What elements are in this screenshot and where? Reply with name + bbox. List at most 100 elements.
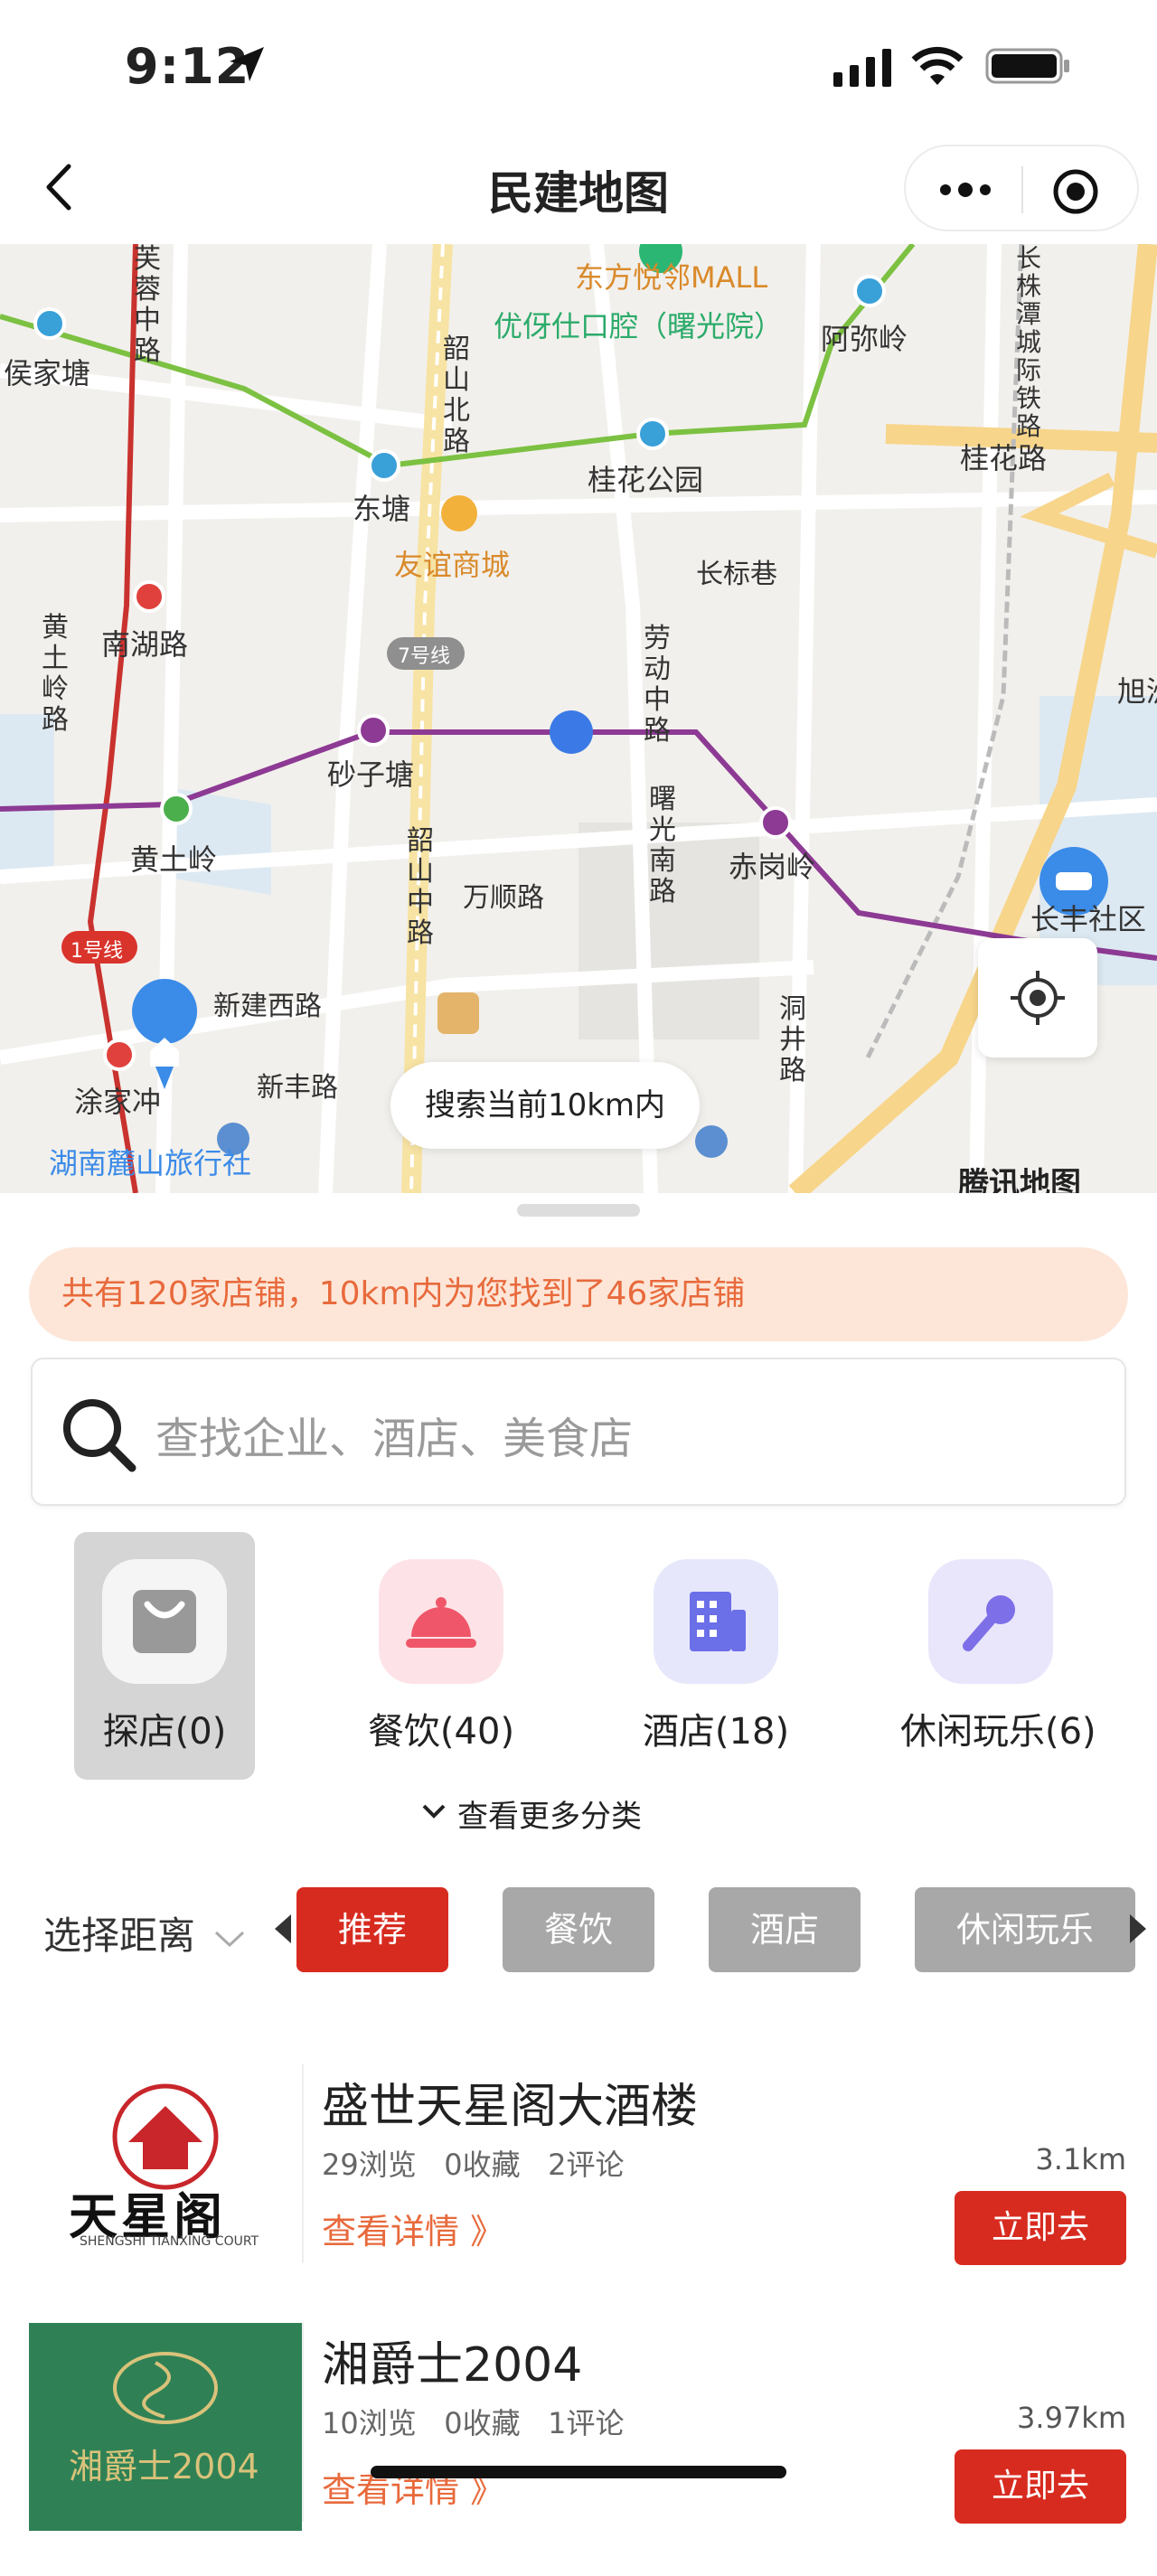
map-label-laodong: 劳动中路 [644, 623, 671, 747]
category-hotel[interactable]: 酒店(18) [626, 1559, 806, 1754]
comments: 2评论 [548, 2148, 625, 2182]
shop-list-item[interactable]: 天星阁 SHENGSHI TIANXING COURT 盛世天星阁大酒楼 29浏… [0, 2064, 1157, 2317]
shop-stats: 29浏览 0收藏 2评论 [322, 2142, 625, 2184]
views: 29浏览 [322, 2148, 417, 2182]
map-label-guihua-park: 桂花公园 [588, 463, 704, 497]
map-label-huangtuling: 黄土岭 [130, 842, 218, 877]
divider [302, 2064, 304, 2263]
nav-bar: 民建地图 [0, 136, 1157, 244]
chevron-down-icon [422, 1804, 446, 1819]
map-label-changfeng: 长丰社区 [1030, 902, 1147, 936]
category-label: 餐饮(40) [367, 1711, 515, 1753]
category-label: 酒店(18) [642, 1711, 790, 1753]
map-label-chigangling: 赤岗岭 [729, 850, 816, 884]
map-view[interactable]: 东方悦邻MALL 优伢仕口腔（曙光院） 阿弥岭 侯家塘 芙蓉中路 韶山北路 东塘… [0, 244, 1157, 1193]
map-label-xinjian: 新建西路 [213, 991, 322, 1022]
category-label: 休闲玩乐(6) [900, 1711, 1096, 1753]
chip-recommend[interactable]: 推荐 [296, 1887, 448, 1972]
map-label-lushan-travel: 湖南麓山旅行社 [49, 1146, 252, 1180]
shop-logo: 湘爵士2004 [29, 2323, 302, 2531]
map-label-zhutan-rail: 长株潭城际铁路 [1016, 244, 1042, 441]
building-icon [654, 1559, 778, 1684]
category-food[interactable]: 餐饮(40) [351, 1559, 531, 1754]
distance-select[interactable]: 选择距离 [43, 1905, 247, 1960]
chevron-down-icon [215, 1931, 245, 1947]
map-label-xinfeng: 新丰路 [257, 1072, 338, 1104]
shop-name: 湘爵士2004 [322, 2338, 583, 2393]
mini-program-capsule [904, 145, 1139, 231]
favorites: 0收藏 [444, 2148, 521, 2182]
go-now-button[interactable]: 立即去 [955, 2449, 1126, 2524]
map-label-houjiatang: 侯家塘 [4, 356, 91, 390]
battery-icon [985, 48, 1069, 84]
shopping-bag-icon [102, 1559, 227, 1684]
tencent-map-logo: 腾讯地图 [958, 1166, 1081, 1193]
search-placeholder: 查找企业、酒店、美食店 [155, 1414, 634, 1464]
map-label-mall: 东方悦邻MALL [575, 260, 768, 295]
map-label-dongjing: 洞井路 [779, 993, 806, 1086]
map-label-dental: 优伢仕口腔（曙光院） [494, 309, 784, 343]
map-label-shaoshan-middle: 韶山中路 [407, 825, 434, 949]
shop-stats: 10浏览 0收藏 1评论 [322, 2401, 625, 2442]
home-indicator[interactable] [371, 2466, 786, 2478]
drag-handle[interactable] [517, 1204, 640, 1217]
views: 10浏览 [322, 2406, 417, 2440]
scroll-right-icon[interactable] [1128, 1913, 1150, 1945]
map-label-shuguang: 曙光南路 [649, 784, 676, 907]
map-label-xuzhou: 旭洲 [1117, 674, 1157, 709]
more-dots-icon[interactable] [936, 174, 994, 206]
map-label-shaoshan-north: 韶山北路 [443, 334, 470, 457]
chip-hotel[interactable]: 酒店 [709, 1887, 861, 1972]
shop-logo: 天星阁 SHENGSHI TIANXING COURT [29, 2064, 302, 2263]
shop-logo-subtext: SHENGSHI TIANXING COURT [80, 2234, 259, 2249]
wifi-icon [911, 46, 964, 85]
crosshair-icon [1011, 971, 1065, 1025]
shop-logo-text: 湘爵士2004 [69, 2447, 259, 2487]
result-notice: 共有120家店铺，10km内为您找到了46家店铺 [29, 1247, 1128, 1341]
search-input[interactable]: 查找企业、酒店、美食店 [31, 1358, 1126, 1506]
map-label-furong: 芙蓉中路 [134, 244, 161, 367]
search-icon [63, 1399, 136, 1472]
search-area-button[interactable]: 搜索当前10km内 [390, 1062, 700, 1149]
shop-name: 盛世天星阁大酒楼 [322, 2080, 699, 2134]
map-label-line7: 7号线 [398, 645, 450, 668]
location-arrow-icon [230, 47, 264, 81]
view-details-link[interactable]: 查看详情 》 [322, 2204, 504, 2253]
comments: 1评论 [548, 2406, 625, 2440]
signal-icon [833, 49, 891, 87]
map-label-wanshun: 万顺路 [463, 882, 544, 914]
map-label-guihua-road: 桂花路 [960, 441, 1048, 475]
status-bar: 9:12 [0, 0, 1157, 136]
distance-label: 选择距离 [43, 1913, 196, 1958]
locate-button[interactable] [978, 938, 1097, 1058]
more-categories-link[interactable]: 查看更多分类 [422, 1791, 642, 1836]
close-target-icon[interactable] [1050, 166, 1101, 217]
category-tandian[interactable]: 探店(0) [74, 1532, 255, 1780]
map-label-tujia: 涂家冲 [74, 1085, 162, 1119]
map-label-huangtuling-road: 黄土岭路 [42, 612, 69, 736]
map-label-changbiao: 长标巷 [696, 559, 777, 590]
map-label-line1: 1号线 [71, 940, 123, 963]
capsule-divider [1021, 166, 1023, 213]
shop-distance: 3.97km [1017, 2401, 1126, 2435]
favorites: 0收藏 [444, 2406, 521, 2440]
shop-list-item[interactable]: 湘爵士2004 湘爵士2004 10浏览 0收藏 1评论 3.97km 查看详情… [0, 2323, 1157, 2576]
filter-bar: 选择距离 推荐 餐饮 酒店 休闲玩乐 [0, 1887, 1157, 1978]
go-now-button[interactable]: 立即去 [955, 2191, 1126, 2265]
map-label-amiling: 阿弥岭 [821, 322, 908, 356]
microphone-icon [928, 1559, 1053, 1684]
scroll-left-icon[interactable] [271, 1913, 293, 1945]
category-label: 探店(0) [102, 1711, 227, 1753]
chip-leisure[interactable]: 休闲玩乐 [915, 1887, 1135, 1972]
map-label-shazitang: 砂子塘 [327, 757, 415, 792]
map-label-nanhu: 南湖路 [101, 627, 189, 662]
chip-food[interactable]: 餐饮 [503, 1887, 654, 1972]
more-categories-label: 查看更多分类 [457, 1799, 642, 1835]
dish-cover-icon [379, 1559, 503, 1684]
divider [302, 2323, 304, 2522]
bottom-sheet: 共有120家店铺，10km内为您找到了46家店铺 查找企业、酒店、美食店 探店(… [0, 1193, 1157, 2531]
map-label-dongtang: 东塘 [353, 492, 411, 526]
map-label-youyi-mall: 友谊商城 [394, 548, 511, 582]
category-leisure[interactable]: 休闲玩乐(6) [900, 1559, 1096, 1754]
shop-distance: 3.1km [1035, 2142, 1126, 2176]
